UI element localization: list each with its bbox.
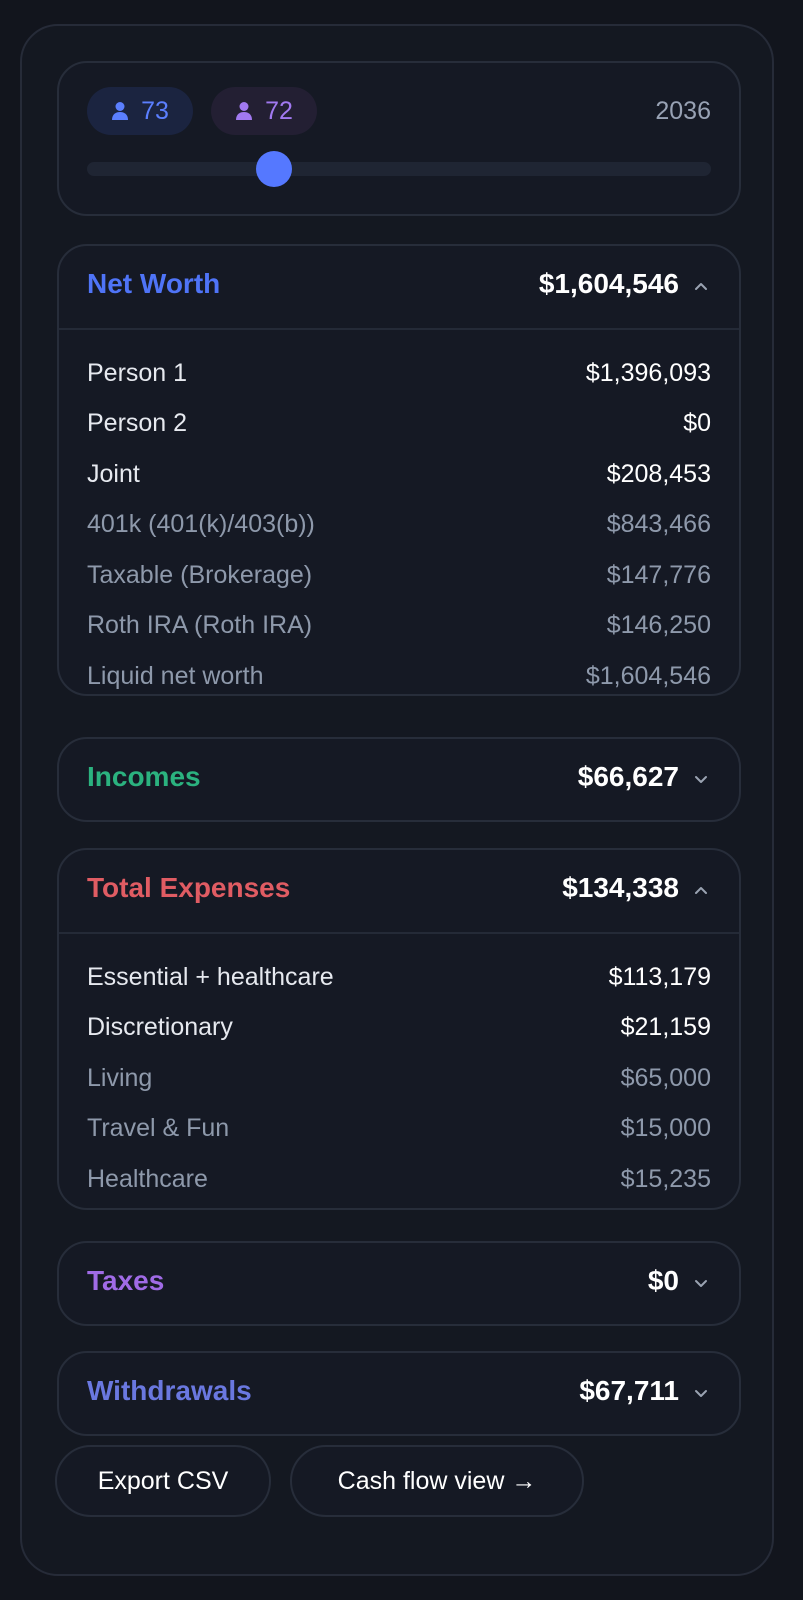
person2-age: 72 xyxy=(265,96,293,125)
list-item: Joint $208,453 xyxy=(87,449,711,500)
expenses-title: Total Expenses xyxy=(87,872,291,903)
expenses-total: $134,338 xyxy=(562,872,679,903)
row-value: $113,179 xyxy=(608,962,711,991)
list-item: 401k (401(k)/403(b)) $843,466 xyxy=(87,500,711,551)
taxes-total: $0 xyxy=(647,1265,679,1296)
list-item: Taxable (Brokerage) $147,776 xyxy=(87,550,711,601)
chevron-up-icon xyxy=(695,887,707,894)
list-item: Living $65,000 xyxy=(87,1053,711,1104)
net-worth-rows: Person 1 $1,396,093 Person 2 $0 Joint $2… xyxy=(87,348,711,702)
net-worth-section: Net Worth $1,604,546 Person 1 $1,396,093… xyxy=(57,244,741,696)
net-worth-header[interactable]: Net Worth $1,604,546 xyxy=(59,246,739,328)
breakdown-panel: 73 72 2036 Net Worth $1,604,546 Person 1 xyxy=(20,24,774,1576)
incomes-title: Incomes xyxy=(87,761,201,792)
taxes-header[interactable]: Taxes $0 xyxy=(59,1243,739,1325)
list-item: Person 1 $1,396,093 xyxy=(87,348,711,399)
person1-age-badge: 73 xyxy=(87,87,193,135)
year-slider-thumb[interactable] xyxy=(256,151,293,187)
expenses-rows: Essential + healthcare $113,179 Discreti… xyxy=(87,952,711,1205)
divider xyxy=(59,328,739,330)
list-item: Healthcare $15,235 xyxy=(87,1154,711,1205)
chevron-down-icon xyxy=(695,1390,707,1397)
taxes-title: Taxes xyxy=(87,1265,165,1296)
row-value: $843,466 xyxy=(606,510,711,539)
row-label: Person 1 xyxy=(87,358,188,387)
row-label: Roth IRA (Roth IRA) xyxy=(87,611,313,640)
net-worth-total: $1,604,546 xyxy=(538,268,679,299)
row-label: Person 2 xyxy=(87,409,188,438)
list-item: Roth IRA (Roth IRA) $146,250 xyxy=(87,601,711,652)
cash-flow-view-button[interactable]: Cash flow view → xyxy=(290,1445,584,1517)
row-value: $21,159 xyxy=(620,1013,711,1042)
export-csv-button[interactable]: Export CSV xyxy=(55,1445,271,1517)
row-value: $15,235 xyxy=(620,1164,711,1193)
person-icon xyxy=(112,102,129,120)
expenses-section: Total Expenses $134,338 Essential + heal… xyxy=(57,848,741,1210)
list-item: Liquid net worth $1,604,546 xyxy=(87,651,711,702)
net-worth-title: Net Worth xyxy=(87,268,221,299)
incomes-total: $66,627 xyxy=(577,761,679,792)
row-value: $0 xyxy=(683,409,711,438)
row-value: $1,396,093 xyxy=(585,358,711,387)
list-item: Discretionary $21,159 xyxy=(87,1003,711,1054)
incomes-header[interactable]: Incomes $66,627 xyxy=(59,739,739,821)
row-value: $146,250 xyxy=(606,611,711,640)
row-label: Living xyxy=(87,1063,153,1092)
withdrawals-title: Withdrawals xyxy=(87,1375,252,1406)
chevron-down-icon xyxy=(695,776,707,783)
row-label: Travel & Fun xyxy=(87,1114,230,1143)
row-label: 401k (401(k)/403(b)) xyxy=(87,510,315,539)
person1-age: 73 xyxy=(141,96,169,125)
row-label: Joint xyxy=(87,459,140,488)
incomes-section[interactable]: Incomes $66,627 xyxy=(57,737,741,822)
withdrawals-total: $67,711 xyxy=(579,1375,679,1406)
taxes-section[interactable]: Taxes $0 xyxy=(57,1241,741,1326)
row-value: $15,000 xyxy=(620,1114,711,1143)
list-item: Essential + healthcare $113,179 xyxy=(87,952,711,1003)
row-value: $147,776 xyxy=(606,560,711,589)
selected-year: 2036 xyxy=(655,97,711,125)
person2-age-badge: 72 xyxy=(211,87,317,135)
row-label: Taxable (Brokerage) xyxy=(87,560,313,589)
year-slider[interactable] xyxy=(87,151,711,187)
row-value: $1,604,546 xyxy=(585,661,711,690)
row-label: Healthcare xyxy=(87,1164,208,1193)
person-icon xyxy=(236,102,253,120)
withdrawals-header[interactable]: Withdrawals $67,711 xyxy=(59,1353,739,1435)
list-item: Person 2 $0 xyxy=(87,399,711,450)
chevron-up-icon xyxy=(695,283,707,290)
expenses-header[interactable]: Total Expenses $134,338 xyxy=(59,850,739,932)
row-label: Liquid net worth xyxy=(87,661,264,690)
list-item: Travel & Fun $15,000 xyxy=(87,1104,711,1155)
row-label: Discretionary xyxy=(87,1013,233,1042)
row-value: $208,453 xyxy=(606,459,711,488)
row-label: Essential + healthcare xyxy=(87,962,334,991)
withdrawals-section[interactable]: Withdrawals $67,711 xyxy=(57,1351,741,1436)
timeline-card: 73 72 2036 xyxy=(57,61,741,216)
row-value: $65,000 xyxy=(620,1063,711,1092)
chevron-down-icon xyxy=(695,1280,707,1287)
divider xyxy=(59,932,739,934)
